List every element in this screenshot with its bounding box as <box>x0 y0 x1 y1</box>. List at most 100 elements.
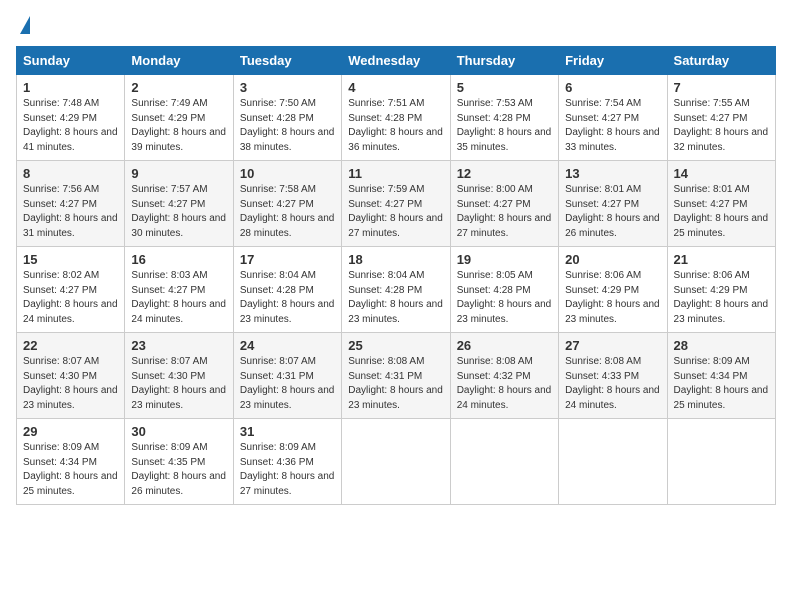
day-info: Sunrise: 7:53 AM Sunset: 4:28 PM Dayligh… <box>457 97 552 155</box>
day-info: Sunrise: 8:02 AM Sunset: 4:27 PM Dayligh… <box>23 269 118 327</box>
calendar-cell: 26 Sunrise: 8:08 AM Sunset: 4:32 PM Dayl… <box>450 333 558 419</box>
day-info: Sunrise: 8:08 AM Sunset: 4:33 PM Dayligh… <box>565 355 660 413</box>
day-info: Sunrise: 8:09 AM Sunset: 4:36 PM Dayligh… <box>240 441 335 499</box>
day-number: 17 <box>240 252 335 267</box>
day-info: Sunrise: 7:51 AM Sunset: 4:28 PM Dayligh… <box>348 97 443 155</box>
calendar-header-friday: Friday <box>559 47 667 75</box>
day-number: 4 <box>348 80 443 95</box>
calendar-header-tuesday: Tuesday <box>233 47 341 75</box>
day-number: 12 <box>457 166 552 181</box>
day-info: Sunrise: 7:48 AM Sunset: 4:29 PM Dayligh… <box>23 97 118 155</box>
day-info: Sunrise: 8:04 AM Sunset: 4:28 PM Dayligh… <box>348 269 443 327</box>
calendar-cell: 28 Sunrise: 8:09 AM Sunset: 4:34 PM Dayl… <box>667 333 775 419</box>
calendar-table: SundayMondayTuesdayWednesdayThursdayFrid… <box>16 46 776 505</box>
calendar-week-row: 8 Sunrise: 7:56 AM Sunset: 4:27 PM Dayli… <box>17 161 776 247</box>
day-info: Sunrise: 8:03 AM Sunset: 4:27 PM Dayligh… <box>131 269 226 327</box>
logo <box>16 16 30 36</box>
day-number: 24 <box>240 338 335 353</box>
calendar-cell: 31 Sunrise: 8:09 AM Sunset: 4:36 PM Dayl… <box>233 419 341 505</box>
day-number: 16 <box>131 252 226 267</box>
calendar-header-wednesday: Wednesday <box>342 47 450 75</box>
header <box>16 16 776 36</box>
calendar-cell: 17 Sunrise: 8:04 AM Sunset: 4:28 PM Dayl… <box>233 247 341 333</box>
day-number: 29 <box>23 424 118 439</box>
calendar-cell: 8 Sunrise: 7:56 AM Sunset: 4:27 PM Dayli… <box>17 161 125 247</box>
day-info: Sunrise: 8:05 AM Sunset: 4:28 PM Dayligh… <box>457 269 552 327</box>
calendar-cell <box>450 419 558 505</box>
day-info: Sunrise: 8:06 AM Sunset: 4:29 PM Dayligh… <box>674 269 769 327</box>
calendar-cell <box>342 419 450 505</box>
day-info: Sunrise: 7:56 AM Sunset: 4:27 PM Dayligh… <box>23 183 118 241</box>
day-info: Sunrise: 8:08 AM Sunset: 4:31 PM Dayligh… <box>348 355 443 413</box>
calendar-cell: 30 Sunrise: 8:09 AM Sunset: 4:35 PM Dayl… <box>125 419 233 505</box>
day-number: 30 <box>131 424 226 439</box>
day-number: 10 <box>240 166 335 181</box>
day-number: 23 <box>131 338 226 353</box>
calendar-week-row: 15 Sunrise: 8:02 AM Sunset: 4:27 PM Dayl… <box>17 247 776 333</box>
calendar-cell: 18 Sunrise: 8:04 AM Sunset: 4:28 PM Dayl… <box>342 247 450 333</box>
calendar-cell: 16 Sunrise: 8:03 AM Sunset: 4:27 PM Dayl… <box>125 247 233 333</box>
day-info: Sunrise: 8:07 AM Sunset: 4:30 PM Dayligh… <box>131 355 226 413</box>
day-info: Sunrise: 7:49 AM Sunset: 4:29 PM Dayligh… <box>131 97 226 155</box>
day-info: Sunrise: 8:07 AM Sunset: 4:30 PM Dayligh… <box>23 355 118 413</box>
day-info: Sunrise: 8:01 AM Sunset: 4:27 PM Dayligh… <box>565 183 660 241</box>
day-number: 8 <box>23 166 118 181</box>
day-info: Sunrise: 7:59 AM Sunset: 4:27 PM Dayligh… <box>348 183 443 241</box>
calendar-header-sunday: Sunday <box>17 47 125 75</box>
calendar-cell: 19 Sunrise: 8:05 AM Sunset: 4:28 PM Dayl… <box>450 247 558 333</box>
day-number: 25 <box>348 338 443 353</box>
calendar-cell: 12 Sunrise: 8:00 AM Sunset: 4:27 PM Dayl… <box>450 161 558 247</box>
calendar-cell: 13 Sunrise: 8:01 AM Sunset: 4:27 PM Dayl… <box>559 161 667 247</box>
calendar-cell: 7 Sunrise: 7:55 AM Sunset: 4:27 PM Dayli… <box>667 75 775 161</box>
day-number: 28 <box>674 338 769 353</box>
day-info: Sunrise: 8:04 AM Sunset: 4:28 PM Dayligh… <box>240 269 335 327</box>
calendar-cell <box>559 419 667 505</box>
calendar-cell: 15 Sunrise: 8:02 AM Sunset: 4:27 PM Dayl… <box>17 247 125 333</box>
day-info: Sunrise: 7:55 AM Sunset: 4:27 PM Dayligh… <box>674 97 769 155</box>
day-info: Sunrise: 8:08 AM Sunset: 4:32 PM Dayligh… <box>457 355 552 413</box>
day-number: 26 <box>457 338 552 353</box>
day-number: 6 <box>565 80 660 95</box>
day-number: 31 <box>240 424 335 439</box>
day-info: Sunrise: 8:01 AM Sunset: 4:27 PM Dayligh… <box>674 183 769 241</box>
calendar-week-row: 22 Sunrise: 8:07 AM Sunset: 4:30 PM Dayl… <box>17 333 776 419</box>
day-info: Sunrise: 7:50 AM Sunset: 4:28 PM Dayligh… <box>240 97 335 155</box>
day-number: 3 <box>240 80 335 95</box>
calendar-cell: 5 Sunrise: 7:53 AM Sunset: 4:28 PM Dayli… <box>450 75 558 161</box>
day-info: Sunrise: 8:09 AM Sunset: 4:35 PM Dayligh… <box>131 441 226 499</box>
day-info: Sunrise: 8:07 AM Sunset: 4:31 PM Dayligh… <box>240 355 335 413</box>
calendar-cell: 23 Sunrise: 8:07 AM Sunset: 4:30 PM Dayl… <box>125 333 233 419</box>
day-number: 21 <box>674 252 769 267</box>
calendar-header-saturday: Saturday <box>667 47 775 75</box>
calendar-week-row: 29 Sunrise: 8:09 AM Sunset: 4:34 PM Dayl… <box>17 419 776 505</box>
day-info: Sunrise: 8:09 AM Sunset: 4:34 PM Dayligh… <box>674 355 769 413</box>
calendar-cell: 25 Sunrise: 8:08 AM Sunset: 4:31 PM Dayl… <box>342 333 450 419</box>
calendar-header-monday: Monday <box>125 47 233 75</box>
logo-triangle-icon <box>20 16 30 34</box>
calendar-cell: 2 Sunrise: 7:49 AM Sunset: 4:29 PM Dayli… <box>125 75 233 161</box>
day-number: 13 <box>565 166 660 181</box>
calendar-cell: 24 Sunrise: 8:07 AM Sunset: 4:31 PM Dayl… <box>233 333 341 419</box>
calendar-cell: 6 Sunrise: 7:54 AM Sunset: 4:27 PM Dayli… <box>559 75 667 161</box>
day-info: Sunrise: 7:58 AM Sunset: 4:27 PM Dayligh… <box>240 183 335 241</box>
calendar-cell: 10 Sunrise: 7:58 AM Sunset: 4:27 PM Dayl… <box>233 161 341 247</box>
calendar-cell: 21 Sunrise: 8:06 AM Sunset: 4:29 PM Dayl… <box>667 247 775 333</box>
calendar-cell: 14 Sunrise: 8:01 AM Sunset: 4:27 PM Dayl… <box>667 161 775 247</box>
calendar-cell: 29 Sunrise: 8:09 AM Sunset: 4:34 PM Dayl… <box>17 419 125 505</box>
day-number: 5 <box>457 80 552 95</box>
day-info: Sunrise: 7:54 AM Sunset: 4:27 PM Dayligh… <box>565 97 660 155</box>
day-number: 2 <box>131 80 226 95</box>
calendar-header-row: SundayMondayTuesdayWednesdayThursdayFrid… <box>17 47 776 75</box>
day-info: Sunrise: 7:57 AM Sunset: 4:27 PM Dayligh… <box>131 183 226 241</box>
day-number: 7 <box>674 80 769 95</box>
day-number: 20 <box>565 252 660 267</box>
calendar-cell <box>667 419 775 505</box>
day-info: Sunrise: 8:00 AM Sunset: 4:27 PM Dayligh… <box>457 183 552 241</box>
day-number: 1 <box>23 80 118 95</box>
calendar-cell: 1 Sunrise: 7:48 AM Sunset: 4:29 PM Dayli… <box>17 75 125 161</box>
calendar-cell: 9 Sunrise: 7:57 AM Sunset: 4:27 PM Dayli… <box>125 161 233 247</box>
day-number: 22 <box>23 338 118 353</box>
calendar-week-row: 1 Sunrise: 7:48 AM Sunset: 4:29 PM Dayli… <box>17 75 776 161</box>
calendar-cell: 11 Sunrise: 7:59 AM Sunset: 4:27 PM Dayl… <box>342 161 450 247</box>
day-number: 11 <box>348 166 443 181</box>
